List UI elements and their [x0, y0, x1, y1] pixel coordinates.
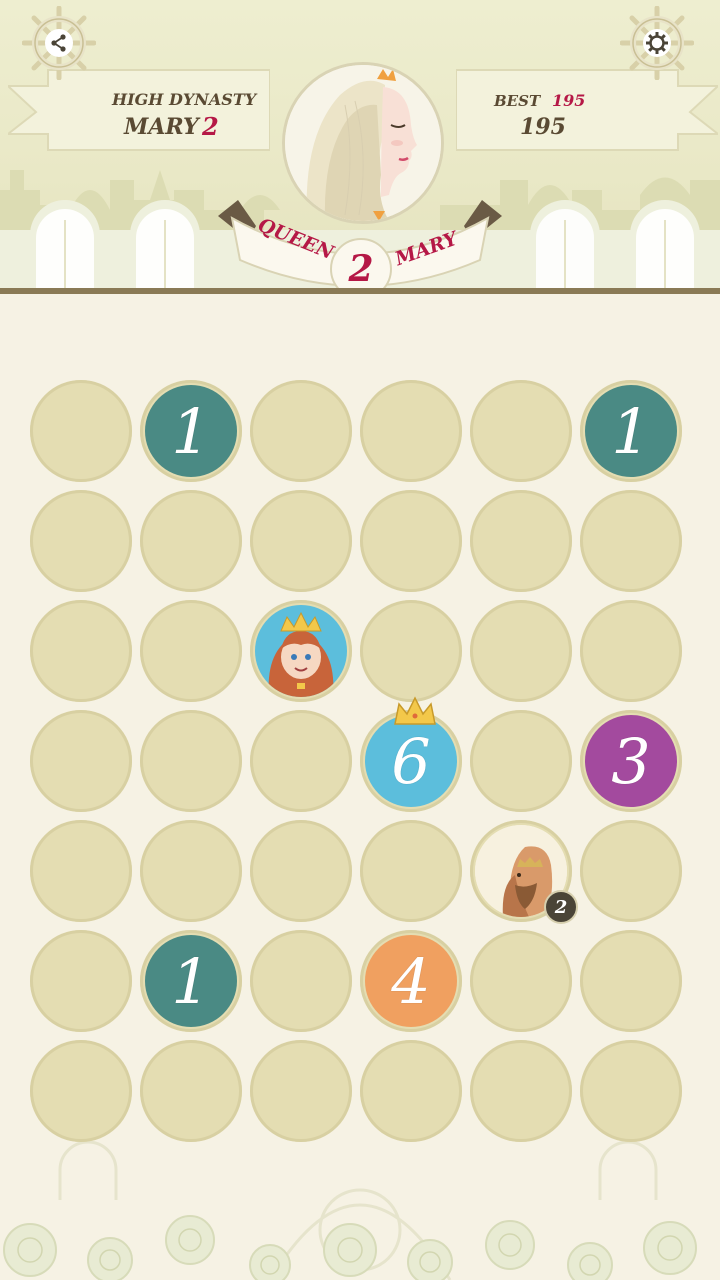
board-cell-r1-c6[interactable]: 1 — [580, 380, 682, 482]
number-token: 3 — [585, 715, 677, 807]
board-cell-r4-c4[interactable]: 6 — [360, 696, 462, 812]
board-cell-r5-c6[interactable] — [580, 820, 682, 922]
board-cell-r3-c5[interactable] — [470, 600, 572, 702]
number-token: 1 — [145, 935, 237, 1027]
game-header: High Dynasty Mary 2 Best 195 195 — [0, 0, 720, 292]
rose-footer-decoration — [3, 1140, 697, 1280]
board-cell-r1-c5[interactable] — [470, 380, 572, 482]
board-cell-r7-c3[interactable] — [250, 1040, 352, 1142]
gear-icon — [646, 32, 668, 54]
board-cell-r7-c6[interactable] — [580, 1040, 682, 1142]
board-cell-r5-c5[interactable]: 2 — [470, 820, 578, 924]
board-cell-r7-c2[interactable] — [140, 1040, 242, 1142]
share-icon — [51, 34, 66, 52]
board-cell-r2-c3[interactable] — [250, 490, 352, 592]
board-cell-r6-c5[interactable] — [470, 930, 572, 1032]
board-cell-r3-c6[interactable] — [580, 600, 682, 702]
board-cell-r6-c2[interactable]: 1 — [140, 930, 242, 1032]
board-cell-r1-c2[interactable]: 1 — [140, 380, 242, 482]
dynasty-number: 2 — [202, 112, 219, 141]
board-cell-r2-c5[interactable] — [470, 490, 572, 592]
board-cell-r4-c3[interactable] — [250, 710, 352, 812]
board-cell-r4-c6[interactable]: 3 — [580, 710, 682, 812]
board-cell-r1-c1[interactable] — [30, 380, 132, 482]
board-cell-r6-c3[interactable] — [250, 930, 352, 1032]
board-cell-r4-c5[interactable] — [470, 710, 572, 812]
settings-button[interactable] — [643, 29, 671, 57]
board-cell-r6-c6[interactable] — [580, 930, 682, 1032]
board-cell-r6-c4[interactable]: 4 — [360, 930, 462, 1032]
number-token: 1 — [145, 385, 237, 477]
board-cell-r5-c1[interactable] — [30, 820, 132, 922]
crown-icon — [393, 696, 437, 726]
board-cell-r2-c6[interactable] — [580, 490, 682, 592]
board-cell-r5-c3[interactable] — [250, 820, 352, 922]
board-cell-r3-c2[interactable] — [140, 600, 242, 702]
board-cell-r4-c2[interactable] — [140, 710, 242, 812]
dynasty-name: Mary — [124, 114, 199, 140]
current-score: 195 — [520, 114, 566, 140]
board-cell-r4-c1[interactable] — [30, 710, 132, 812]
best-value: 195 — [552, 91, 586, 110]
header-divider — [0, 288, 720, 294]
number-token: 6 — [365, 715, 457, 807]
board-cell-r2-c4[interactable] — [360, 490, 462, 592]
board-cell-r3-c1[interactable] — [30, 600, 132, 702]
ribbon-ordinal-number: 2 — [330, 238, 392, 292]
king-level-badge: 2 — [544, 890, 578, 924]
board-cell-r6-c1[interactable] — [30, 930, 132, 1032]
board-cell-r3-c3[interactable] — [250, 600, 352, 702]
board-cell-r5-c4[interactable] — [360, 820, 462, 922]
number-token: 1 — [585, 385, 677, 477]
best-label: Best — [494, 92, 541, 110]
board-cell-r1-c3[interactable] — [250, 380, 352, 482]
board-cell-r3-c4[interactable] — [360, 600, 462, 702]
queen-token — [255, 605, 347, 697]
share-button[interactable] — [45, 29, 73, 57]
number-token: 4 — [365, 935, 457, 1027]
board-cell-r7-c5[interactable] — [470, 1040, 572, 1142]
board-cell-r2-c2[interactable] — [140, 490, 242, 592]
board-cell-r7-c4[interactable] — [360, 1040, 462, 1142]
board-cell-r5-c2[interactable] — [140, 820, 242, 922]
board-cell-r7-c1[interactable] — [30, 1040, 132, 1142]
board-cell-r2-c1[interactable] — [30, 490, 132, 592]
board-cell-r1-c4[interactable] — [360, 380, 462, 482]
dynasty-label: High Dynasty — [112, 90, 257, 109]
